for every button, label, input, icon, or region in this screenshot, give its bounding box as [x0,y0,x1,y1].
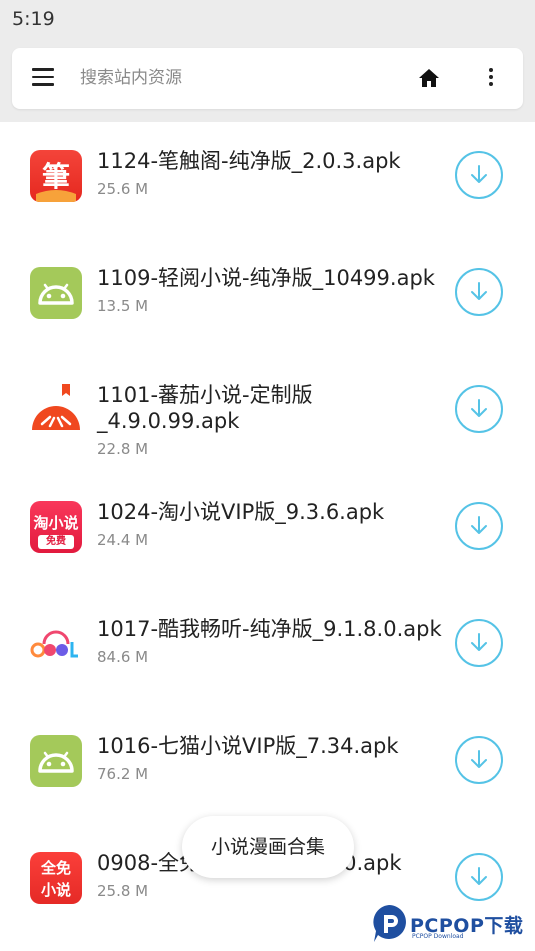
download-icon [471,633,487,651]
svg-text:筆: 筆 [42,160,70,193]
download-icon [471,516,487,534]
taoxiaoshuo-app-icon: 淘小说 免费 [30,501,82,553]
menu-icon[interactable] [32,68,54,86]
download-button[interactable] [455,619,503,667]
watermark-sub: PCPOP Download [412,933,464,940]
quanmian-app-icon: 全免 小说 [30,852,82,904]
file-title: 1016-七猫小说VIP版_7.34.apk [97,734,399,758]
pcpop-watermark: PCPOP下载 PCPOP Download [370,903,530,947]
bichuge-app-icon: 筆 [30,150,82,202]
list-item[interactable]: 1101-蕃茄小说-定制版_4.9.0.99.apk 22.8 M [0,356,535,473]
status-bar: 5:19 [0,0,535,40]
download-button[interactable] [455,151,503,199]
kuwo-app-icon [30,618,82,670]
file-size: 25.6 M [97,180,149,198]
toast-message: 小说漫画合集 [182,816,354,878]
download-icon [471,867,487,885]
search-bar [12,48,523,109]
icon-subtext: 免费 [38,535,74,549]
download-button[interactable] [455,268,503,316]
download-button[interactable] [455,502,503,550]
search-input[interactable] [80,64,380,92]
download-icon [471,165,487,183]
file-title: 1124-笔触阁-纯净版_2.0.3.apk [97,149,401,173]
file-title: 1101-蕃茄小说-定制版_4.9.0.99.apk [97,383,313,433]
list-item[interactable]: 淘小说 免费 1024-淘小说VIP版_9.3.6.apk 24.4 M [0,473,535,590]
list-item[interactable]: 筆 1124-笔触阁-纯净版_2.0.3.apk 25.6 M [0,122,535,239]
file-size: 25.8 M [97,882,149,900]
download-icon [471,750,487,768]
file-size: 76.2 M [97,765,149,783]
file-size: 13.5 M [97,297,149,315]
icon-text: 淘小说 [33,514,79,532]
icon-subtext: 小说 [40,881,71,899]
download-icon [471,282,487,300]
android-app-icon [30,267,82,319]
file-title: 1109-轻阅小说-纯净版_10499.apk [97,266,435,290]
pcpop-logo-icon [373,905,406,942]
fanqie-app-icon [30,384,82,436]
android-app-icon [30,735,82,787]
file-size: 84.6 M [97,648,149,666]
status-time: 5:19 [12,8,55,30]
icon-text: 全免 [40,859,71,877]
file-title: 1017-酷我畅听-纯净版_9.1.8.0.apk [97,617,442,641]
home-icon[interactable] [417,66,441,90]
list-item[interactable]: 1017-酷我畅听-纯净版_9.1.8.0.apk 84.6 M [0,590,535,707]
download-icon [471,399,487,417]
download-button[interactable] [455,853,503,901]
list-item[interactable]: 1109-轻阅小说-纯净版_10499.apk 13.5 M [0,239,535,356]
download-button[interactable] [455,736,503,784]
more-vert-icon[interactable] [486,68,496,90]
file-title: 1024-淘小说VIP版_9.3.6.apk [97,500,385,524]
list-item[interactable]: 1016-七猫小说VIP版_7.34.apk 76.2 M [0,707,535,824]
file-size: 24.4 M [97,531,149,549]
download-button[interactable] [455,385,503,433]
file-size: 22.8 M [97,440,149,458]
